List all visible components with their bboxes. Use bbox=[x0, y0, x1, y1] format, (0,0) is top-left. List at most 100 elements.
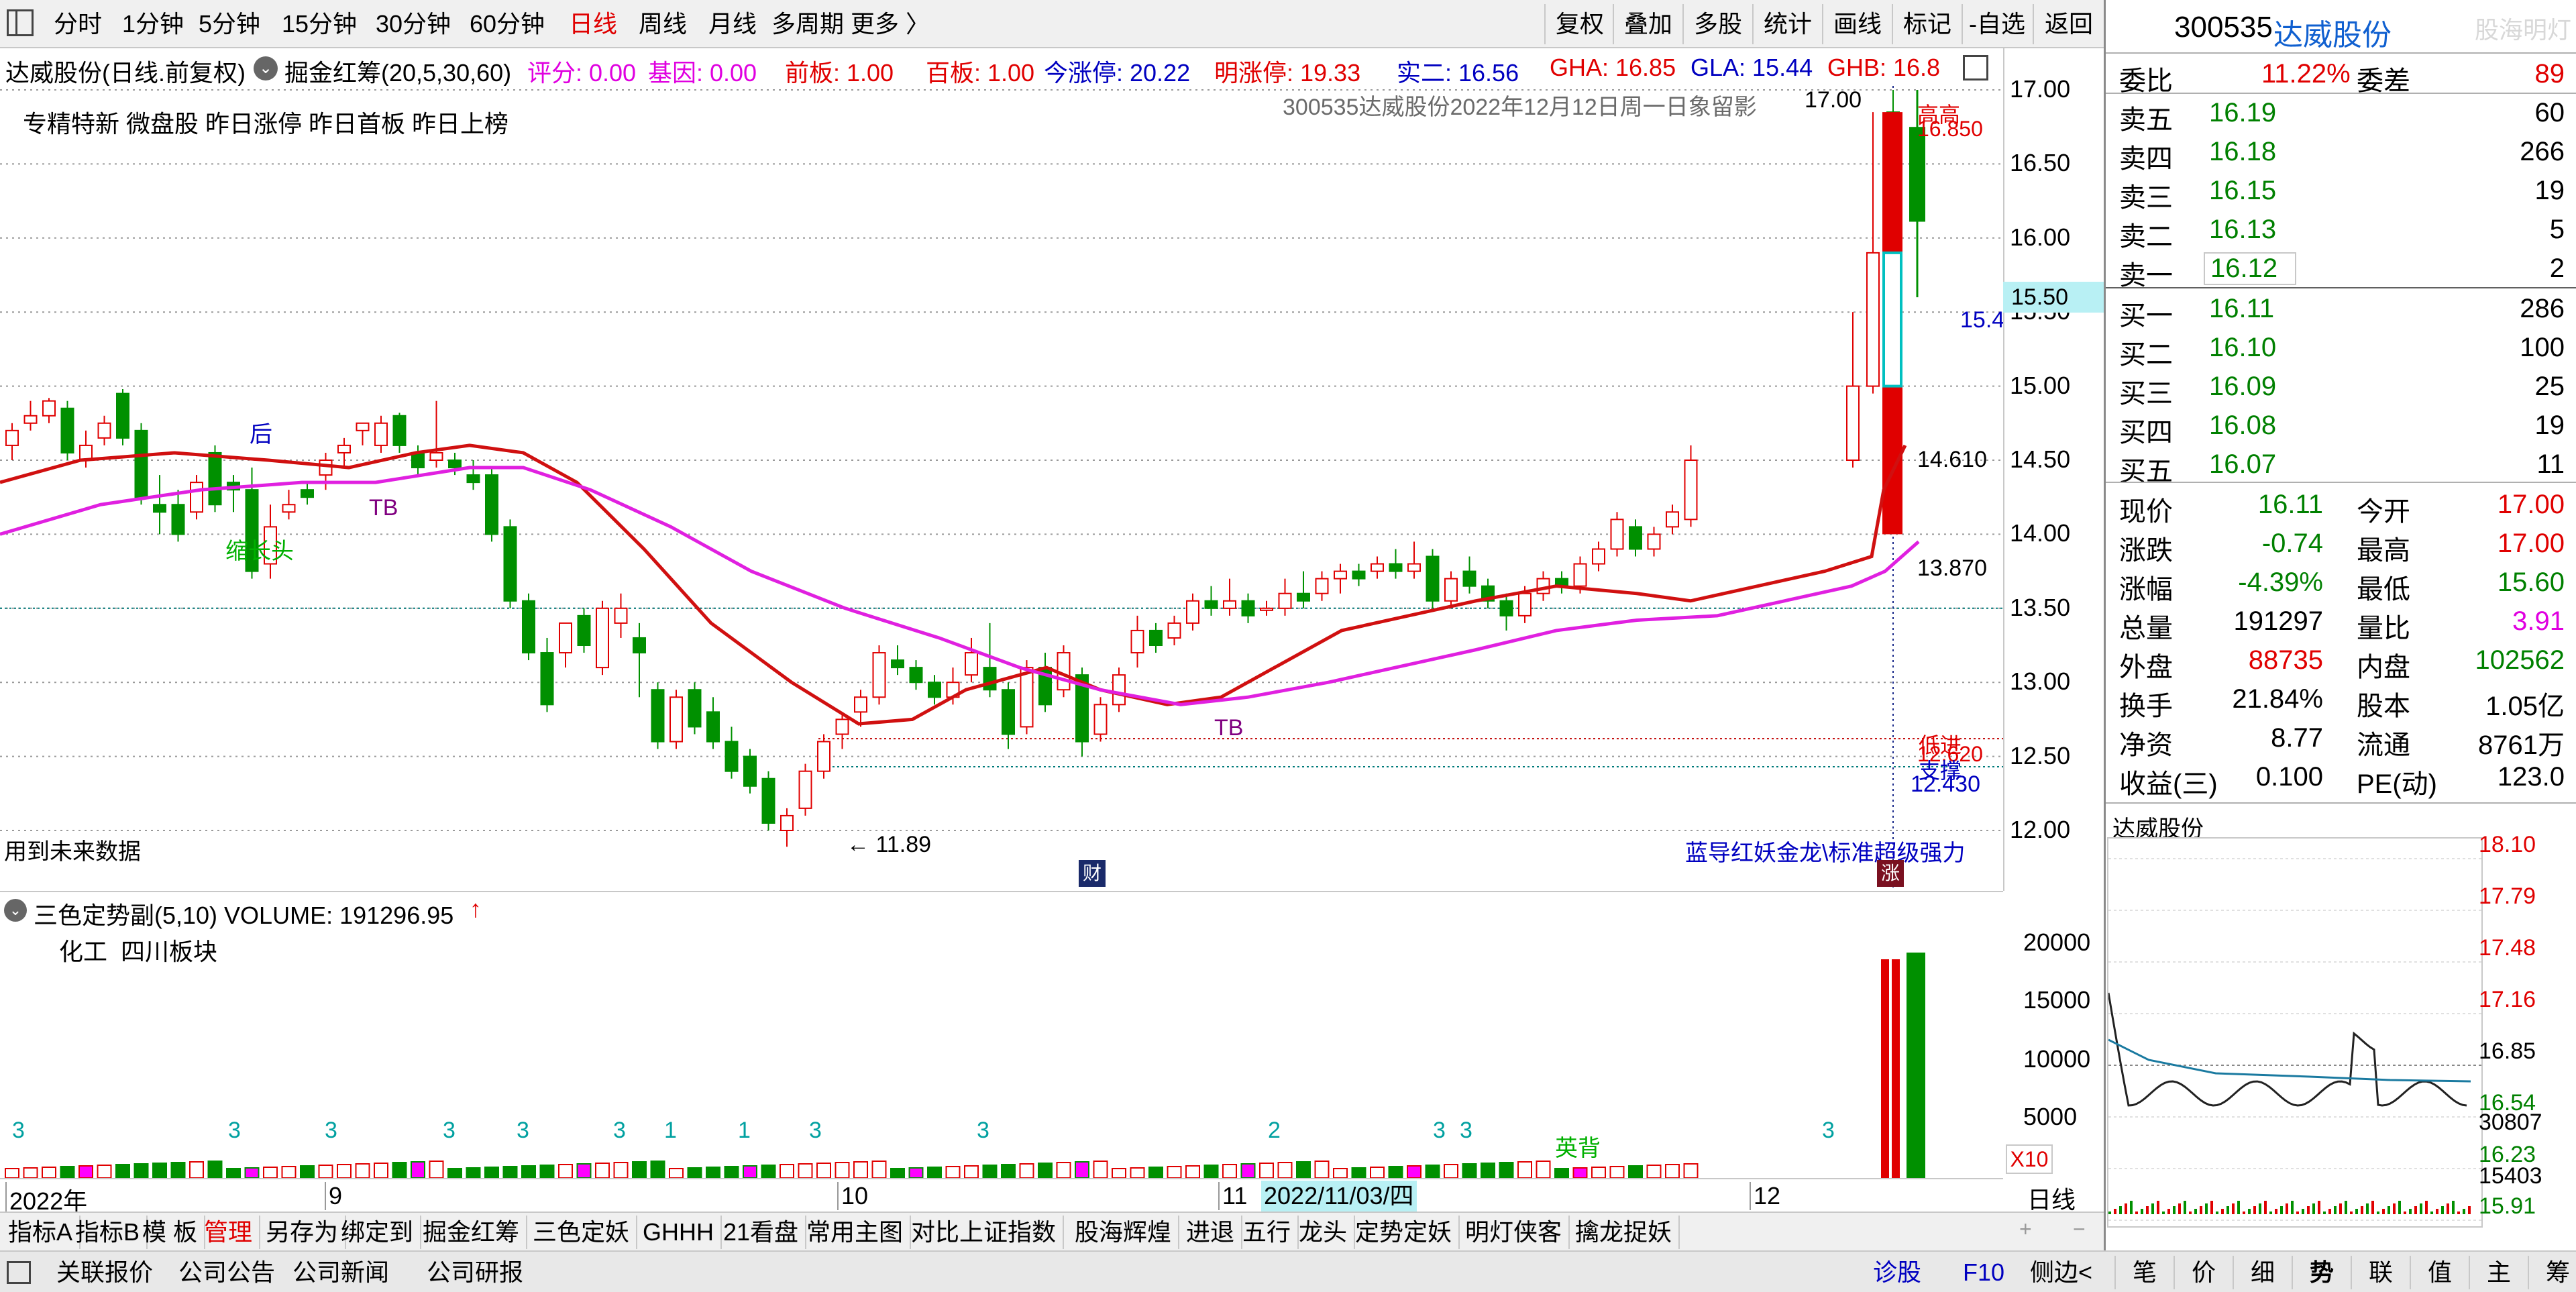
volume-chart[interactable]: 33333311332333 bbox=[0, 926, 2003, 1179]
indicator-toggle-icon[interactable]: ⌄ bbox=[254, 56, 278, 80]
candle bbox=[1444, 571, 1458, 608]
panel-tab-2[interactable]: 细 bbox=[2233, 1256, 2292, 1289]
volume-bar bbox=[5, 1168, 19, 1179]
side-toggle-button[interactable]: 侧边< bbox=[2030, 1256, 2092, 1289]
asks-row[interactable]: 卖四 16.18 266 bbox=[2106, 133, 2576, 174]
volume-toggle-icon[interactable]: ⌄ bbox=[4, 899, 27, 922]
stock-name[interactable]: 达威股份 bbox=[2273, 11, 2392, 54]
period-tab-8[interactable]: 月线 bbox=[708, 7, 757, 42]
indicator-tab-12[interactable]: 股海辉煌 bbox=[1068, 1216, 1180, 1249]
toolbar-button-6[interactable]: -自选 bbox=[1962, 4, 2031, 44]
period-tab-1[interactable]: 1分钟 bbox=[122, 7, 184, 42]
volume-bar bbox=[1277, 1162, 1293, 1179]
mini-volume-bar bbox=[2382, 1209, 2385, 1214]
indicator-tab-14[interactable]: 五行 bbox=[1236, 1216, 1299, 1249]
bids-row[interactable]: 买三 16.09 25 bbox=[2106, 368, 2576, 409]
asks-row[interactable]: 卖一 16.12 2 bbox=[2106, 250, 2576, 290]
mini-intraday-chart[interactable] bbox=[2107, 837, 2484, 1228]
count-label: 3 bbox=[977, 1118, 989, 1143]
period-tab-6[interactable]: 日线 bbox=[569, 7, 617, 42]
panel-tab-4[interactable]: 联 bbox=[2351, 1256, 2410, 1289]
period-tab-5[interactable]: 60分钟 bbox=[470, 7, 545, 42]
toolbar-button-1[interactable]: 叠加 bbox=[1613, 4, 1682, 44]
tab-plus-icon[interactable]: + bbox=[2019, 1217, 2032, 1242]
layout-icon[interactable] bbox=[7, 9, 34, 36]
bids-price: 16.09 bbox=[2209, 372, 2277, 401]
indicator-tab-5[interactable]: 绑定到 bbox=[334, 1216, 422, 1249]
bids-volume: 11 bbox=[2536, 449, 2565, 479]
indicator-tab-13[interactable]: 进退 bbox=[1179, 1216, 1243, 1249]
candle bbox=[116, 389, 129, 445]
toolbar-button-0[interactable]: 复权 bbox=[1544, 4, 1614, 44]
status-link-0[interactable]: 关联报价 bbox=[56, 1256, 153, 1289]
volume-bar bbox=[521, 1165, 536, 1179]
volume-bar bbox=[337, 1164, 352, 1179]
mini-volume-bar bbox=[2151, 1203, 2154, 1214]
panel-tab-6[interactable]: 主 bbox=[2469, 1256, 2528, 1289]
panel-tab-0[interactable]: 笔 bbox=[2114, 1256, 2174, 1289]
panel-tab-1[interactable]: 价 bbox=[2174, 1256, 2233, 1289]
period-tab-4[interactable]: 30分钟 bbox=[376, 7, 451, 42]
volume-bar bbox=[1517, 1161, 1532, 1179]
asks-row[interactable]: 卖五 16.19 60 bbox=[2106, 94, 2576, 135]
mini-volume-bar bbox=[2146, 1206, 2149, 1214]
asks-row[interactable]: 卖二 16.13 5 bbox=[2106, 211, 2576, 252]
indicator-tab-7[interactable]: 三色定妖 bbox=[526, 1216, 638, 1249]
toolbar-button-7[interactable]: 返回 bbox=[2033, 4, 2104, 44]
volume-bar bbox=[687, 1167, 702, 1179]
volume-bar bbox=[484, 1167, 499, 1179]
indicator-tab-3[interactable]: 管理 bbox=[197, 1216, 261, 1249]
status-link-3[interactable]: 公司研报 bbox=[427, 1256, 523, 1289]
volume-bar bbox=[1130, 1167, 1145, 1179]
indicator-tab-6[interactable]: 掘金红筹 bbox=[416, 1216, 528, 1249]
toolbar-button-4[interactable]: 画线 bbox=[1822, 4, 1892, 44]
volume-bar bbox=[816, 1163, 831, 1179]
indicator-tab-10[interactable]: 常用主图 bbox=[800, 1216, 912, 1249]
expand-icon[interactable] bbox=[1963, 55, 1988, 80]
status-link-1[interactable]: 公司公告 bbox=[178, 1256, 275, 1289]
indicator-tab-8[interactable]: GHHH bbox=[636, 1216, 722, 1249]
asks-row[interactable]: 卖三 16.15 19 bbox=[2106, 172, 2576, 213]
indicator-tab-11[interactable]: 对比上证指数 bbox=[904, 1216, 1065, 1249]
indicator-tab-18[interactable]: 擒龙捉妖 bbox=[1568, 1216, 1680, 1249]
indicator-name[interactable]: 掘金红筹(20,5,30,60) bbox=[284, 54, 511, 86]
candle bbox=[633, 623, 646, 698]
toolbar-button-5[interactable]: 标记 bbox=[1892, 4, 1962, 44]
status-link-2[interactable]: 公司新闻 bbox=[292, 1256, 389, 1289]
cai-badge[interactable]: 财 bbox=[1079, 860, 1106, 887]
bids-row[interactable]: 买二 16.10 100 bbox=[2106, 329, 2576, 370]
volume-bar bbox=[706, 1167, 720, 1179]
period-tab-0[interactable]: 分时 bbox=[54, 7, 102, 42]
panel-tab-5[interactable]: 值 bbox=[2410, 1256, 2469, 1289]
mini-volume-bar bbox=[2269, 1212, 2272, 1214]
period-tab-9[interactable]: 多周期 bbox=[771, 7, 844, 42]
stock-title[interactable]: 达威股份(日线.前复权) bbox=[5, 54, 246, 86]
x10-badge[interactable]: X10 bbox=[2006, 1144, 2053, 1174]
diagnose-button[interactable]: 诊股 bbox=[1873, 1256, 1921, 1289]
f10-button[interactable]: F10 bbox=[1963, 1256, 2004, 1289]
period-tab-2[interactable]: 5分钟 bbox=[199, 7, 260, 42]
indicator-tab-15[interactable]: 龙头 bbox=[1292, 1216, 1356, 1249]
panel-tab-7[interactable]: 筹 bbox=[2528, 1256, 2576, 1289]
kline-chart[interactable] bbox=[0, 86, 2003, 891]
menu-icon[interactable] bbox=[7, 1261, 31, 1284]
period-tab-7[interactable]: 周线 bbox=[639, 7, 687, 42]
indicator-tab-16[interactable]: 定势定妖 bbox=[1348, 1216, 1460, 1249]
mini-volume-bar bbox=[2167, 1209, 2170, 1214]
indicator-tab-2[interactable]: 模 板 bbox=[136, 1216, 206, 1249]
indicator-tab-17[interactable]: 明灯侠客 bbox=[1458, 1216, 1570, 1249]
candle bbox=[1407, 541, 1421, 579]
tab-minus-icon[interactable]: − bbox=[2073, 1217, 2086, 1242]
period-tab-10[interactable]: 更多 〉 bbox=[851, 7, 930, 42]
period-tab-3[interactable]: 15分钟 bbox=[282, 7, 357, 42]
zhang-badge[interactable]: 涨 bbox=[1877, 860, 1904, 887]
indicator-tab-9[interactable]: 21看盘 bbox=[716, 1216, 807, 1249]
toolbar-button-2[interactable]: 多股 bbox=[1682, 4, 1752, 44]
bids-row[interactable]: 买一 16.11 286 bbox=[2106, 290, 2576, 331]
bids-row[interactable]: 买五 16.07 11 bbox=[2106, 445, 2576, 486]
bids-row[interactable]: 买四 16.08 19 bbox=[2106, 407, 2576, 447]
panel-tab-3[interactable]: 势 bbox=[2292, 1256, 2351, 1289]
indicator-tab-4[interactable]: 另存为 bbox=[259, 1216, 347, 1249]
toolbar-button-3[interactable]: 统计 bbox=[1752, 4, 1822, 44]
mini-volume-bar bbox=[2436, 1209, 2438, 1214]
